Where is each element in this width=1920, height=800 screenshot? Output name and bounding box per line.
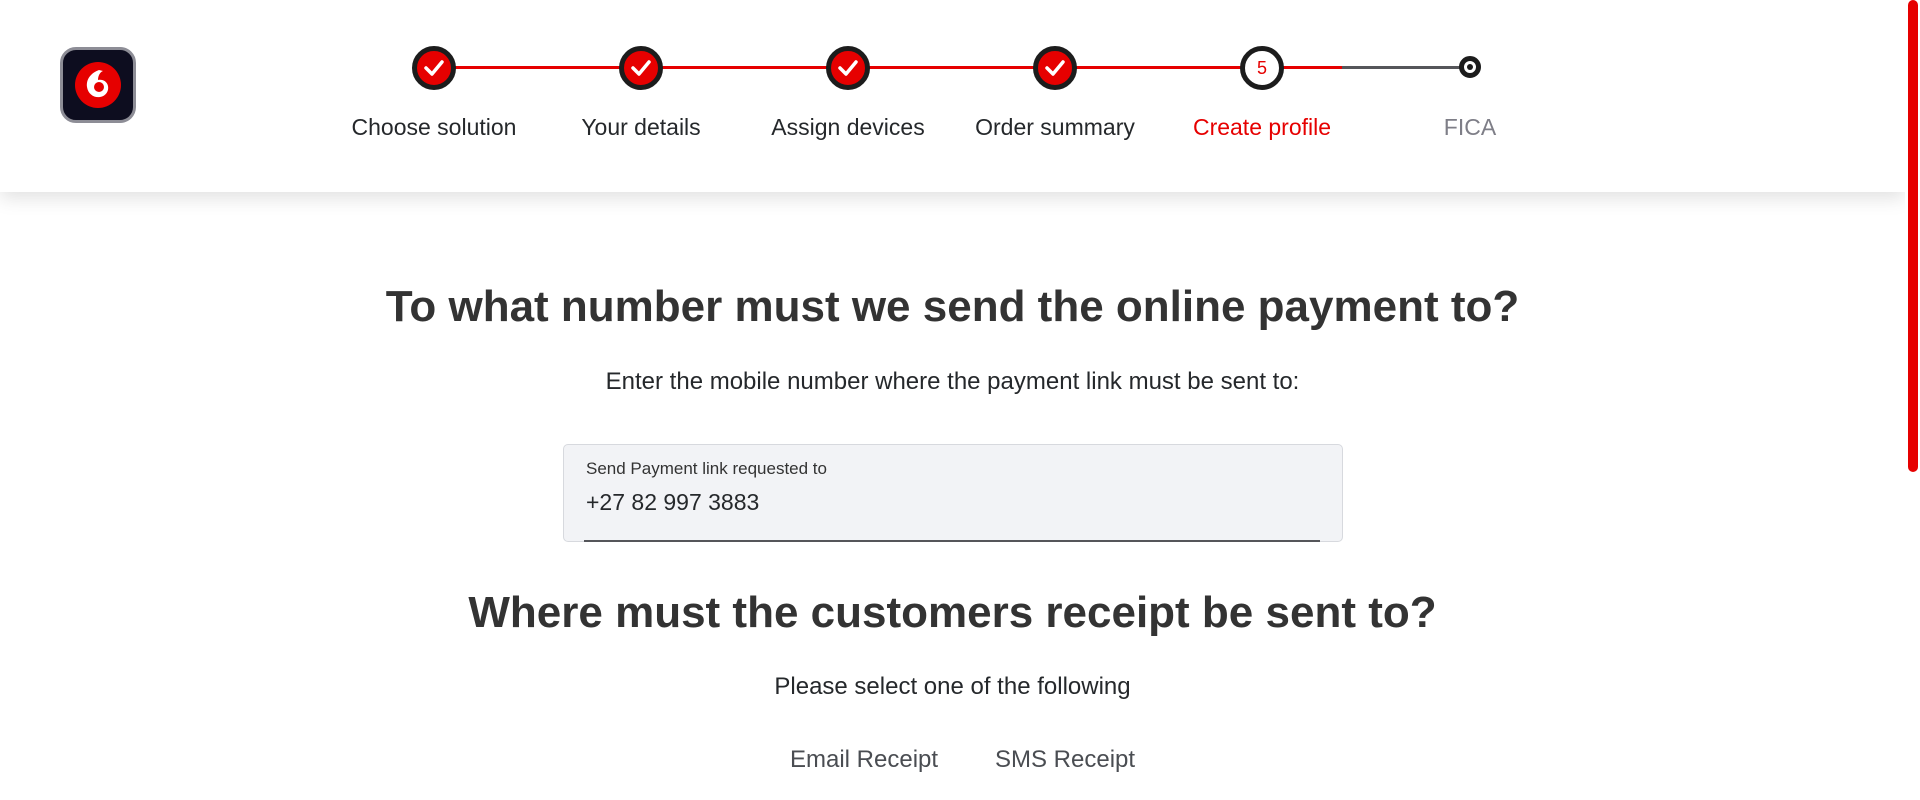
receipt-title: Where must the customers receipt be sent…	[468, 588, 1437, 637]
receipt-subtitle: Please select one of the following	[774, 673, 1131, 700]
step-5-indicator: 5	[1240, 46, 1284, 90]
payment-number-subtitle: Enter the mobile number where the paymen…	[605, 368, 1300, 395]
vodafone-logo-icon[interactable]	[60, 47, 136, 123]
step-2-indicator	[619, 46, 663, 90]
field-underline	[584, 540, 1320, 542]
header: Choose solution Your details Assign devi…	[0, 0, 1905, 192]
email-receipt-option[interactable]: Email Receipt	[790, 746, 938, 774]
progress-line-2	[641, 66, 848, 69]
payment-link-field[interactable]: Send Payment link requested to	[563, 444, 1343, 542]
step-3-indicator	[826, 46, 870, 90]
scrollbar[interactable]	[1905, 0, 1920, 800]
step-label-order-summary[interactable]: Order summary	[945, 114, 1165, 141]
progress-line-5b	[1342, 66, 1470, 69]
progress-line-4	[1055, 66, 1262, 69]
sms-receipt-option[interactable]: SMS Receipt	[995, 746, 1135, 774]
payment-link-field-label: Send Payment link requested to	[586, 459, 827, 478]
check-icon	[1045, 60, 1065, 76]
scrollbar-thumb[interactable]	[1908, 0, 1918, 472]
step-label-fica: FICA	[1443, 114, 1497, 140]
step-label-assign-devices[interactable]: Assign devices	[738, 114, 958, 141]
progress-line-1	[434, 66, 641, 69]
step-label-choose-solution[interactable]: Choose solution	[324, 114, 544, 141]
step-4-indicator	[1033, 46, 1077, 90]
step-label-your-details[interactable]: Your details	[531, 114, 751, 141]
step-label-create-profile: Create profile	[1192, 114, 1332, 140]
payment-number-title: To what number must we send the online p…	[385, 282, 1520, 331]
check-icon	[424, 60, 444, 76]
step-6-indicator	[1459, 56, 1481, 78]
step-1-indicator	[412, 46, 456, 90]
check-icon	[838, 60, 858, 76]
progress-line-3	[848, 66, 1055, 69]
check-icon	[631, 60, 651, 76]
payment-link-number-input[interactable]	[584, 485, 1324, 519]
